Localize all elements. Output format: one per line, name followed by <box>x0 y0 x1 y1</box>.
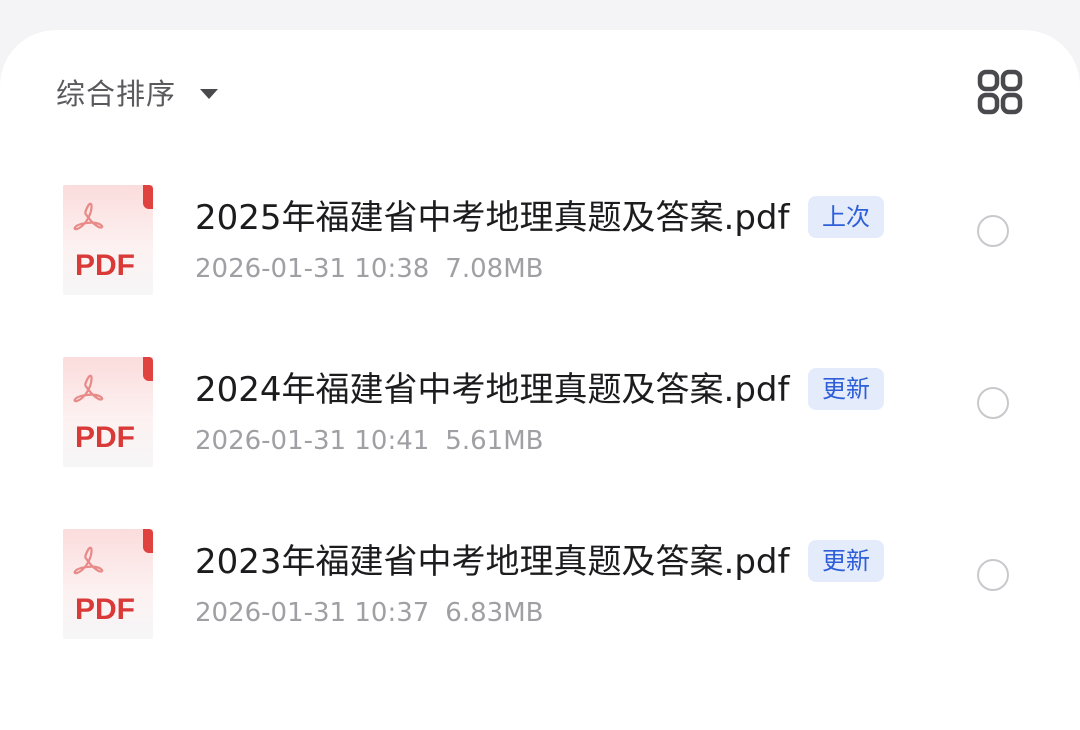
file-size: 5.61MB <box>445 426 544 456</box>
toolbar: 综合排序 <box>56 68 1024 116</box>
file-row[interactable]: PDF 2024年福建省中考地理真题及答案.pdf 更新 2026-01-31 … <box>0 332 1080 504</box>
pdf-icon-label: PDF <box>75 249 135 282</box>
file-date: 2026-01-31 10:37 <box>195 598 430 628</box>
pdf-icon-label: PDF <box>75 421 135 454</box>
file-row[interactable]: PDF 2025年福建省中考地理真题及答案.pdf 上次 2026-01-31 … <box>0 160 1080 332</box>
file-size: 7.08MB <box>445 254 544 284</box>
pdf-file-icon: PDF <box>63 529 153 639</box>
grid-view-icon[interactable] <box>976 68 1024 116</box>
file-size: 6.83MB <box>445 598 544 628</box>
caret-down-icon <box>200 88 219 99</box>
pdf-icon-label: PDF <box>75 593 135 626</box>
pdf-file-icon: PDF <box>63 357 153 467</box>
file-name: 2024年福建省中考地理真题及答案.pdf <box>195 370 790 410</box>
select-radio[interactable] <box>977 387 1009 419</box>
file-meta: 2026-01-31 10:37 6.83MB <box>195 596 543 630</box>
file-row[interactable]: PDF 2023年福建省中考地理真题及答案.pdf 更新 2026-01-31 … <box>0 504 1080 676</box>
select-radio[interactable] <box>977 559 1009 591</box>
sort-label: 综合排序 <box>56 77 177 111</box>
file-list-sheet: 综合排序 PDF 2025年福建省中考地理真题及答案.pdf 上次 2026-0… <box>0 30 1080 730</box>
file-date: 2026-01-31 10:41 <box>195 426 430 456</box>
select-radio[interactable] <box>977 215 1009 247</box>
file-list: PDF 2025年福建省中考地理真题及答案.pdf 上次 2026-01-31 … <box>0 160 1080 676</box>
sort-dropdown[interactable]: 综合排序 <box>56 70 219 114</box>
pdf-file-icon: PDF <box>63 185 153 295</box>
file-date: 2026-01-31 10:38 <box>195 254 430 284</box>
file-meta: 2026-01-31 10:38 7.08MB <box>195 252 543 286</box>
file-name: 2025年福建省中考地理真题及答案.pdf <box>195 198 790 238</box>
file-meta: 2026-01-31 10:41 5.61MB <box>195 424 543 458</box>
file-name: 2023年福建省中考地理真题及答案.pdf <box>195 542 790 582</box>
file-tag-badge: 更新 <box>808 540 884 582</box>
file-tag-badge: 上次 <box>808 196 884 238</box>
file-tag-badge: 更新 <box>808 368 884 410</box>
